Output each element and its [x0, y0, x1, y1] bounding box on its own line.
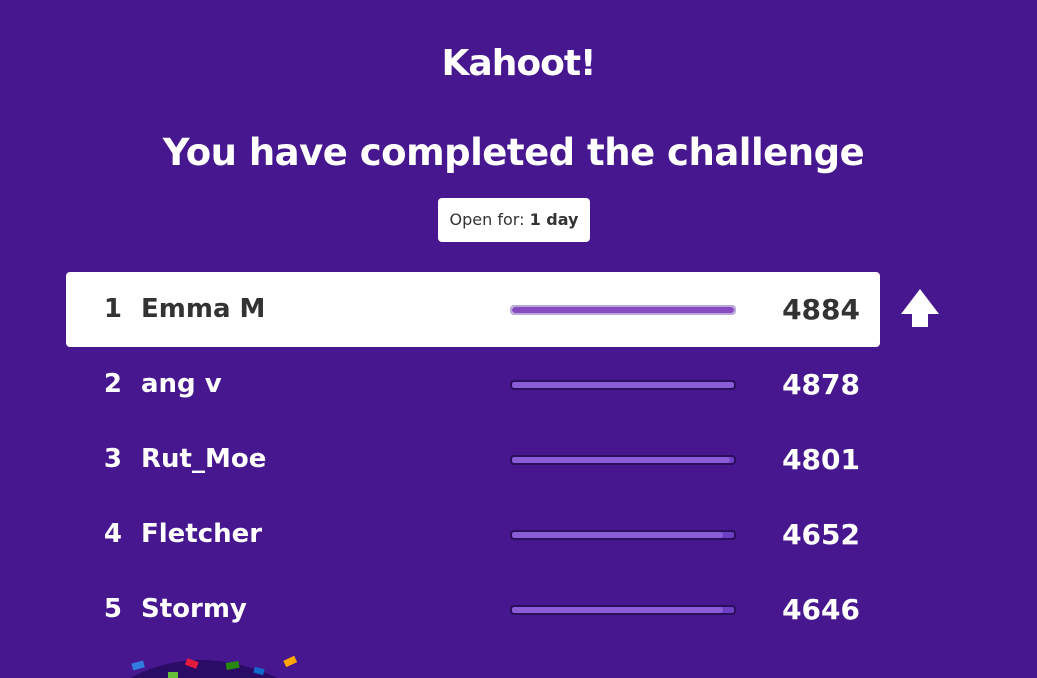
row-rank: 5: [103, 594, 122, 624]
score-progress-bar: [510, 455, 736, 465]
confetti-icon: [130, 655, 298, 678]
score-progress-fill: [512, 532, 724, 538]
open-for-label: Open for:: [449, 210, 525, 229]
leaderboard: 1 Emma M 4884 2 ang v 4878 3 Rut_Moe 480…: [66, 272, 880, 647]
row-rank: 2: [103, 369, 122, 399]
score-progress-fill: [512, 382, 734, 388]
row-player-name: ang v: [141, 369, 222, 399]
score-progress-bar: [510, 605, 736, 615]
row-score: 4878: [782, 368, 860, 401]
row-score: 4801: [782, 443, 860, 476]
open-for-badge: Open for: 1 day: [438, 198, 590, 242]
kahoot-logo: Kahoot!: [441, 43, 597, 84]
leaderboard-row: 4 Fletcher 4652: [66, 497, 880, 572]
row-player-name: Stormy: [141, 594, 247, 624]
row-rank: 1: [103, 294, 122, 324]
score-progress-bar: [510, 530, 736, 540]
leaderboard-row: 5 Stormy 4646: [66, 572, 880, 647]
open-for-value: 1 day: [529, 210, 579, 229]
score-progress-fill: [512, 307, 734, 313]
row-player-name: Emma M: [141, 294, 266, 324]
row-rank: 3: [103, 444, 122, 474]
row-score: 4652: [782, 518, 860, 551]
row-score: 4646: [782, 593, 860, 626]
leaderboard-row: 1 Emma M 4884: [66, 272, 880, 347]
row-player-name: Fletcher: [141, 519, 263, 549]
score-progress-fill: [512, 457, 731, 463]
page-title: You have completed the challenge: [162, 131, 865, 174]
row-rank: 4: [103, 519, 122, 549]
leaderboard-row: 3 Rut_Moe 4801: [66, 422, 880, 497]
score-progress-bar: [510, 305, 736, 315]
score-progress-fill: [512, 607, 724, 613]
row-score: 4884: [782, 293, 860, 326]
row-player-name: Rut_Moe: [141, 444, 267, 474]
score-progress-bar: [510, 380, 736, 390]
leaderboard-row: 2 ang v 4878: [66, 347, 880, 422]
arrow-up-icon: [901, 289, 939, 327]
